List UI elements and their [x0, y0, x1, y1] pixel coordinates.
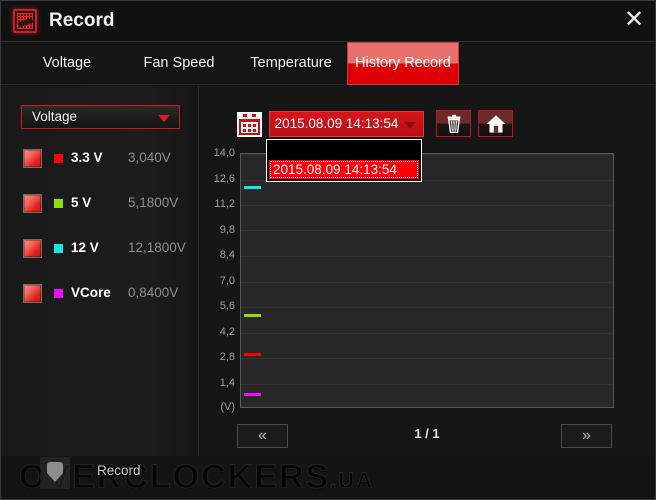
date-combo-value: 2015.08.09 14:13:54 [274, 116, 399, 131]
record-status-label: Record [97, 463, 141, 478]
source-select[interactable]: Voltage [21, 105, 180, 129]
sidebar: Voltage 3.3 V 3,040V 5 V 5,1800V 12 V 12,1800… [2, 86, 199, 456]
series-color-swatch [54, 244, 63, 253]
shield-shape [47, 462, 63, 482]
sidebar-item-vcore[interactable]: VCore 0,8400V [2, 278, 199, 318]
series-value: 3,040V [128, 150, 171, 165]
home-icon [486, 114, 505, 133]
status-bar: Record [2, 457, 655, 499]
tab-voltage[interactable]: Voltage [21, 42, 113, 85]
chart-gridline [241, 307, 613, 308]
chart-gridline [241, 230, 613, 231]
chart-gridline [241, 384, 613, 385]
series-color-swatch [54, 199, 63, 208]
series-name: 3.3 V [71, 150, 103, 165]
chart-gridline [241, 205, 613, 206]
page-title: Record [49, 10, 115, 31]
sidebar-item-3-3-v[interactable]: 3.3 V 3,040V [2, 143, 199, 183]
main-panel: 2015.08.09 14:13:54 2015.08.09 14:13:54 … [199, 86, 655, 456]
calendar-grid [241, 122, 258, 133]
sidebar-item-5-v[interactable]: 5 V 5,1800V [2, 188, 199, 228]
chart-gridline [241, 358, 613, 359]
series-value: 12,1800V [128, 240, 186, 255]
y-axis-tick: 9,8 [219, 223, 235, 236]
series-color-swatch [54, 154, 63, 163]
series-value: 5,1800V [128, 195, 179, 210]
record-chart-icon [13, 9, 37, 33]
tab-temperature[interactable]: Temperature [236, 42, 346, 85]
series-name: 5 V [71, 195, 92, 210]
trash-icon [447, 114, 460, 133]
calendar-ring-left [243, 114, 247, 117]
title-bar: Record ✕ [1, 1, 655, 41]
chart-y-axis: 14,0 12,6 11,2 9,8 8,4 7,0 5,6 4,2 2,8 1,4 (V) [199, 148, 239, 413]
series-name: 12 V [71, 240, 99, 255]
chart-plot-area [240, 153, 614, 408]
tab-history-record[interactable]: History Record [347, 42, 459, 85]
tab-bar: Voltage Fan Speed Temperature History Recor… [1, 41, 655, 85]
y-axis-tick: 1,4 [219, 376, 235, 389]
y-axis-tick: 11,2 [214, 198, 235, 210]
delete-record-button[interactable] [436, 110, 471, 137]
series-value: 0,8400V [128, 285, 179, 300]
chart-gridline [241, 333, 613, 334]
record-window: OVERCLOCKERS.UA Record ✕ Voltage Fan Spee… [0, 0, 656, 500]
checkbox-checked-icon[interactable] [23, 149, 42, 168]
home-button[interactable] [478, 110, 513, 137]
series-color-swatch [54, 289, 63, 298]
series-name: VCore [71, 285, 111, 300]
shield-check-icon[interactable] [40, 457, 70, 489]
chevron-down-icon[interactable] [404, 122, 416, 129]
next-page-button[interactable]: » [561, 424, 612, 448]
y-axis-unit-label: (V) [220, 401, 235, 413]
chart-series-12-v [244, 186, 261, 189]
tab-fan-speed[interactable]: Fan Speed [131, 42, 227, 85]
chart-series-5-v [244, 314, 261, 317]
checkbox-checked-icon[interactable] [23, 239, 42, 258]
history-chart: 14,0 12,6 11,2 9,8 8,4 7,0 5,6 4,2 2,8 1,4 (V) [199, 148, 655, 413]
calendar-icon[interactable] [237, 112, 262, 137]
chevron-down-icon [158, 115, 170, 122]
chart-gridline [241, 256, 613, 257]
y-axis-tick: 7,0 [219, 274, 235, 287]
close-icon[interactable]: ✕ [619, 7, 649, 35]
y-axis-tick: 5,6 [219, 300, 235, 312]
y-axis-tick: 4,2 [219, 325, 235, 338]
y-axis-tick: 12,6 [213, 172, 235, 185]
sidebar-item-12-v[interactable]: 12 V 12,1800V [2, 233, 199, 273]
date-combo-box[interactable]: 2015.08.09 14:13:54 [269, 111, 424, 137]
calendar-ring-right [252, 114, 256, 117]
y-axis-tick: 2,8 [219, 351, 235, 363]
pagination: « 1 / 1 » [199, 416, 655, 456]
date-dropdown-option[interactable]: 2015.08.09 14:13:54 [269, 160, 419, 179]
source-select-value: Voltage [32, 109, 78, 124]
chart-series-vcore [244, 393, 261, 396]
y-axis-tick: 14,0 [213, 147, 235, 159]
chart-gridline [241, 282, 613, 283]
checkbox-checked-icon[interactable] [23, 194, 42, 213]
date-dropdown-panel: 2015.08.09 14:13:54 [266, 139, 422, 182]
checkbox-checked-icon[interactable] [23, 284, 42, 303]
chart-series-3-3-v [244, 353, 261, 356]
y-axis-tick: 8,4 [219, 249, 235, 261]
